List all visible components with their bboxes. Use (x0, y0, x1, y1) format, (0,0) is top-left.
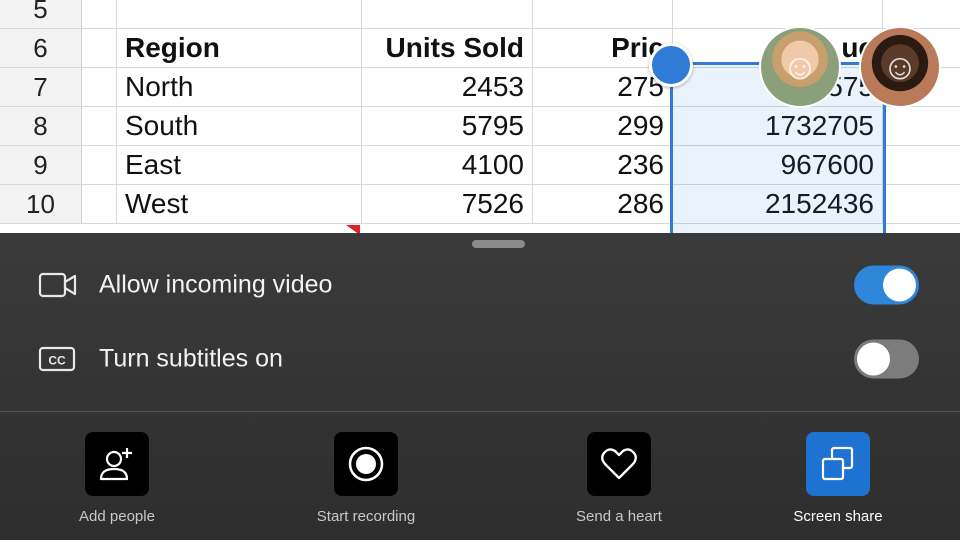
cell-region[interactable]: South (117, 107, 362, 145)
cell[interactable] (533, 0, 673, 28)
action-label: Add people (79, 508, 155, 525)
cell[interactable] (82, 185, 117, 223)
row-number[interactable]: 5 (0, 0, 82, 28)
header-region[interactable]: Region (117, 29, 362, 67)
incoming-video-toggle[interactable] (854, 265, 919, 305)
participant-avatar[interactable]: ☺ (859, 26, 941, 108)
call-options-sheet: Allow incoming video CC Turn subtitles o… (0, 233, 960, 540)
action-label: Send a heart (576, 508, 662, 525)
add-people-action[interactable]: Add people (37, 432, 197, 525)
header-units-sold[interactable]: Units Sold (362, 29, 533, 67)
action-label: Screen share (793, 508, 883, 525)
send-heart-button[interactable] (587, 432, 651, 496)
toggle-knob (857, 342, 890, 376)
row-number[interactable]: 8 (0, 107, 82, 145)
option-label: Turn subtitles on (99, 344, 283, 373)
cell[interactable] (117, 0, 362, 28)
cell-region[interactable]: West (117, 185, 362, 223)
cell-price[interactable]: 286 (533, 185, 673, 223)
closed-captions-icon: CC (38, 346, 76, 372)
cell[interactable] (82, 0, 117, 28)
cell-region[interactable]: North (117, 68, 362, 106)
row-number[interactable]: 9 (0, 146, 82, 184)
cell[interactable] (673, 0, 883, 28)
cell-units[interactable]: 7526 (362, 185, 533, 223)
option-subtitles: CC Turn subtitles on (0, 329, 960, 389)
toggle-knob (883, 268, 916, 302)
screen-share-action[interactable]: Screen share (758, 432, 918, 525)
cell-units[interactable]: 4100 (362, 146, 533, 184)
action-label: Start recording (316, 508, 416, 525)
video-camera-icon (38, 272, 77, 298)
cell[interactable] (82, 29, 117, 67)
start-recording-action[interactable]: Start recording (286, 432, 446, 525)
person-avatar-icon: ☺ (781, 46, 819, 87)
cell-region[interactable]: East (117, 146, 362, 184)
start-recording-button[interactable] (334, 432, 398, 496)
row-number[interactable]: 10 (0, 185, 82, 223)
svg-text:CC: CC (48, 354, 66, 368)
selection-handle[interactable] (649, 43, 693, 87)
screen-share-icon (821, 446, 854, 481)
record-icon (348, 446, 384, 482)
heart-icon (601, 448, 637, 480)
cell[interactable] (362, 0, 533, 28)
option-label: Allow incoming video (99, 270, 333, 299)
add-person-icon (99, 448, 132, 481)
send-heart-action[interactable]: Send a heart (539, 432, 699, 525)
action-bar: Add people Start recording Send a heart (0, 412, 960, 540)
sheet-grabber[interactable] (472, 240, 525, 248)
cell[interactable] (82, 68, 117, 106)
person-avatar-icon: ☺ (881, 46, 919, 87)
cell-units[interactable]: 2453 (362, 68, 533, 106)
subtitles-toggle[interactable] (854, 339, 919, 379)
cell[interactable] (82, 107, 117, 145)
cell-price[interactable]: 236 (533, 146, 673, 184)
spreadsheet: 5 6 Region Units Sold Pric R uc 7 North … (0, 0, 960, 234)
row-number[interactable]: 6 (0, 29, 82, 67)
screen-share-button[interactable] (806, 432, 870, 496)
add-people-button[interactable] (85, 432, 149, 496)
cell-units[interactable]: 5795 (362, 107, 533, 145)
sheet-row-5: 5 (0, 0, 960, 29)
cell[interactable] (82, 146, 117, 184)
cell-price[interactable]: 299 (533, 107, 673, 145)
row-number[interactable]: 7 (0, 68, 82, 106)
option-allow-incoming-video: Allow incoming video (0, 255, 960, 315)
participant-avatar[interactable]: ☺ (759, 26, 841, 108)
